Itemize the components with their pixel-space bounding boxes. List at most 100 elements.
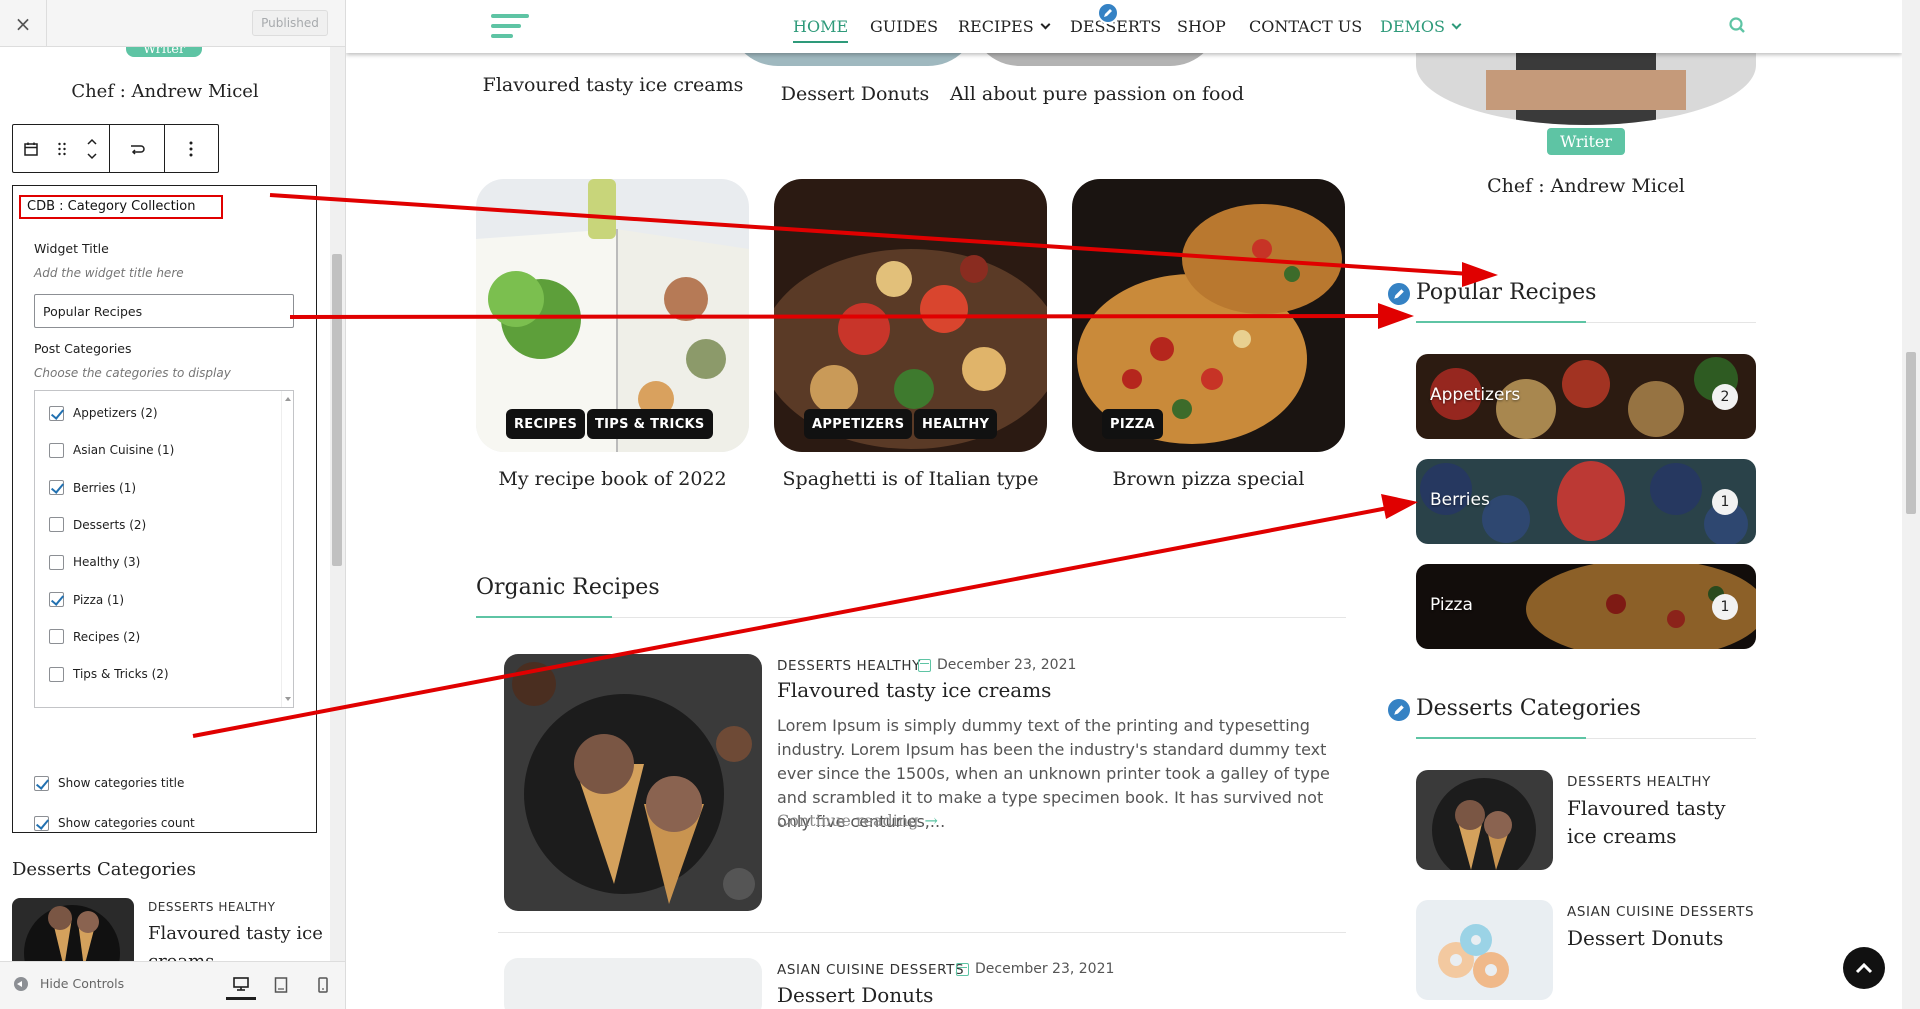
- post-thumbnail[interactable]: [12, 898, 134, 961]
- arrow-right-icon: →: [924, 811, 938, 830]
- post-image[interactable]: RECIPES TIPS & TRICKS: [476, 179, 749, 452]
- post-image[interactable]: PIZZA: [1072, 179, 1345, 452]
- show-categories-title-option[interactable]: Show categories title: [34, 773, 184, 793]
- nav-recipes[interactable]: RECIPES: [958, 17, 1051, 36]
- category-option[interactable]: Healthy (3): [49, 552, 140, 572]
- post-title[interactable]: Dessert Donuts: [1567, 924, 1757, 952]
- edit-shortcut-pencil-icon[interactable]: [1097, 2, 1119, 24]
- category-name: Appetizers: [1430, 385, 1521, 405]
- edit-widget-pencil-icon[interactable]: [1386, 697, 1412, 723]
- nav-recipes-label: RECIPES: [958, 17, 1034, 36]
- show-count-label: Show categories count: [58, 816, 195, 830]
- close-customizer-button[interactable]: ×: [0, 0, 47, 47]
- category-option[interactable]: Asian Cuisine (1): [49, 440, 174, 460]
- edit-widget-pencil-icon[interactable]: [1386, 281, 1412, 307]
- category-option-label: Pizza (1): [73, 592, 125, 607]
- category-count: 1: [1712, 594, 1738, 620]
- post-title[interactable]: Flavoured tasty ice creams: [777, 678, 1051, 702]
- drag-handle-icon[interactable]: [49, 125, 75, 172]
- post-title[interactable]: My recipe book of 2022: [476, 468, 749, 490]
- category-option[interactable]: Desserts (2): [49, 515, 146, 535]
- chef-name: Chef : Andrew Micel: [71, 81, 259, 102]
- category-checkbox[interactable]: [49, 629, 64, 645]
- category-checkbox[interactable]: [49, 517, 64, 533]
- post-categories[interactable]: DESSERTS HEALTHY: [777, 658, 921, 674]
- widget-title-input[interactable]: Popular Recipes: [34, 294, 294, 328]
- hide-controls-button[interactable]: Hide Controls: [14, 976, 124, 991]
- panel-scrollbar-thumb[interactable]: [332, 254, 342, 566]
- category-checkbox[interactable]: [49, 592, 64, 607]
- post-tag[interactable]: RECIPES: [506, 409, 586, 439]
- nav-demos[interactable]: DEMOS: [1380, 17, 1462, 36]
- category-option[interactable]: Tips & Tricks (2): [49, 664, 169, 684]
- post-title[interactable]: Dessert Donuts: [777, 983, 933, 1007]
- category-checkbox[interactable]: [49, 480, 64, 496]
- category-card-appetizers[interactable]: Appetizers 2: [1416, 354, 1756, 439]
- widget-title-label: Widget Title: [34, 241, 109, 256]
- show-title-checkbox[interactable]: [34, 775, 49, 791]
- mobile-preview-icon[interactable]: [308, 970, 338, 1000]
- tablet-preview-icon[interactable]: [266, 970, 296, 1000]
- category-count: 1: [1712, 489, 1738, 515]
- post-image[interactable]: [504, 958, 762, 1009]
- post-title[interactable]: Brown pizza special: [1072, 468, 1345, 490]
- category-checkbox[interactable]: [49, 405, 64, 421]
- post-tag[interactable]: APPETIZERS: [804, 409, 913, 439]
- nav-guides[interactable]: GUIDES: [870, 17, 938, 36]
- category-checkbox[interactable]: [49, 554, 64, 570]
- collapse-icon: [14, 976, 28, 991]
- post-categories[interactable]: ASIAN CUISINE DESSERTS: [777, 962, 964, 978]
- show-categories-count-option[interactable]: Show categories count: [34, 813, 195, 833]
- post-title[interactable]: All about pure passion on food: [927, 83, 1267, 105]
- desktop-preview-icon[interactable]: [226, 970, 256, 1000]
- nav-demos-label: DEMOS: [1380, 17, 1445, 36]
- calendar-icon: [956, 962, 969, 976]
- post-tag[interactable]: PIZZA: [1102, 409, 1163, 439]
- post-title[interactable]: Flavoured tasty ice creams: [148, 920, 328, 961]
- post-image[interactable]: APPETIZERS HEALTHY: [774, 179, 1047, 452]
- category-option[interactable]: Pizza (1): [49, 590, 124, 610]
- continue-reading-label: Continue reading: [777, 811, 919, 830]
- continue-reading-link[interactable]: Continue reading →: [777, 811, 938, 830]
- calendar-icon[interactable]: [13, 125, 49, 172]
- post-categories[interactable]: DESSERTS HEALTHY: [1567, 774, 1711, 790]
- post-title[interactable]: Spaghetti is of Italian type: [774, 468, 1047, 490]
- menu-icon[interactable]: [491, 14, 529, 38]
- category-option-label: Asian Cuisine (1): [73, 443, 175, 458]
- post-categories-help: Choose the categories to display: [34, 366, 231, 380]
- page-scrollbar-thumb[interactable]: [1906, 352, 1916, 514]
- block-toolbar: [12, 124, 219, 173]
- post-tag[interactable]: HEALTHY: [914, 409, 998, 439]
- post-tag[interactable]: TIPS & TRICKS: [587, 409, 713, 439]
- post-thumbnail[interactable]: [1416, 900, 1553, 1000]
- chevron-down-icon: [1040, 19, 1051, 30]
- post-date: December 23, 2021: [956, 961, 1114, 977]
- back-to-top-button[interactable]: [1843, 947, 1885, 989]
- transform-icon[interactable]: [110, 125, 164, 172]
- category-option[interactable]: Recipes (2): [49, 627, 140, 647]
- category-checkbox[interactable]: [49, 442, 64, 458]
- site-header: HOME GUIDES RECIPES DESSERTS SHOP CONTAC…: [346, 0, 1902, 53]
- section-accent-line: [476, 616, 612, 618]
- category-checkbox[interactable]: [49, 666, 64, 682]
- category-card-berries[interactable]: Berries 1: [1416, 459, 1756, 544]
- post-image[interactable]: [504, 654, 762, 911]
- post-thumbnail[interactable]: [1416, 770, 1553, 870]
- category-card-pizza[interactable]: Pizza 1: [1416, 564, 1756, 649]
- post-categories[interactable]: DESSERTS HEALTHY: [148, 900, 275, 914]
- post-title[interactable]: Flavoured tasty ice creams: [1567, 794, 1757, 850]
- category-option[interactable]: Berries (1): [49, 478, 136, 498]
- search-icon[interactable]: [1726, 14, 1750, 38]
- post-categories[interactable]: ASIAN CUISINE DESSERTS: [1567, 904, 1754, 920]
- nav-contact-us[interactable]: CONTACT US: [1249, 17, 1362, 36]
- show-count-checkbox[interactable]: [34, 815, 49, 831]
- category-option-label: Healthy (3): [73, 555, 141, 570]
- move-up-down-icon[interactable]: [75, 125, 109, 172]
- checklist-scrollbar[interactable]: [281, 391, 293, 707]
- nav-home[interactable]: HOME: [793, 17, 849, 43]
- nav-shop[interactable]: SHOP: [1177, 17, 1226, 36]
- category-option[interactable]: Appetizers (2): [49, 403, 158, 423]
- more-options-icon[interactable]: [165, 125, 217, 172]
- published-button[interactable]: Published: [252, 10, 328, 36]
- post-categories-label: Post Categories: [34, 341, 132, 356]
